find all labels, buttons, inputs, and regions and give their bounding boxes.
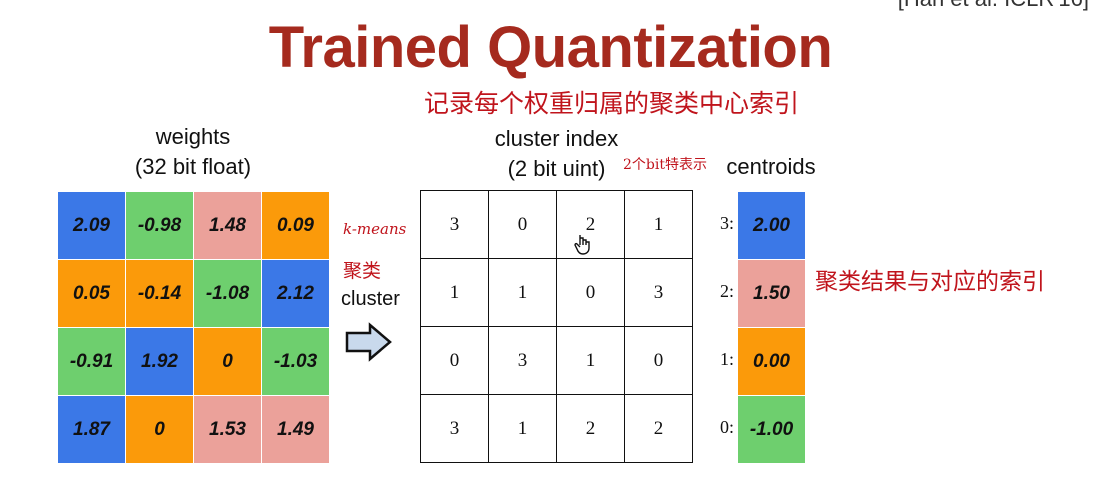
centroid-row: 0.00: [737, 327, 806, 396]
weight-cell: 2.12: [261, 259, 330, 328]
cluster-index-cell: 1: [488, 258, 557, 327]
weight-cell: 0: [125, 395, 194, 464]
cluster-index-side-annotation: 2个bit特表示: [623, 157, 707, 173]
right-arrow-icon: [345, 322, 392, 362]
cluster-index-row: 0310: [420, 326, 693, 395]
cluster-index-cell: 0: [420, 326, 489, 395]
weight-cell: 1.92: [125, 327, 194, 396]
centroid-value-cell: 0.00: [737, 327, 806, 396]
weight-cell: -0.98: [125, 191, 194, 260]
centroids-label: centroids: [726, 154, 816, 179]
centroid-index-label: 1:: [719, 349, 734, 369]
centroid-row: -1.00: [737, 395, 806, 464]
weights-matrix: 2.09 -0.98 1.48 0.09 0.05 -0.14 -1.08 2.12 -0.91…: [57, 191, 330, 464]
centroids-column: 2.00 1.50 0.00 -1.00: [737, 191, 806, 464]
centroid-row: 2.00: [737, 191, 806, 260]
cluster-index-cell: 0: [488, 190, 557, 259]
weight-cell: -1.03: [261, 327, 330, 396]
slide-title: Trained Quantization: [268, 15, 833, 80]
weight-cell: 1.49: [261, 395, 330, 464]
weight-cell: 0.09: [261, 191, 330, 260]
weight-cell: 1.48: [193, 191, 262, 260]
weight-cell: -1.08: [193, 259, 262, 328]
cluster-index-cell: 3: [624, 258, 693, 327]
weight-cell: 0.05: [57, 259, 126, 328]
weights-label-line2: (32 bit float): [134, 154, 252, 179]
weights-row: 0.05 -0.14 -1.08 2.12: [57, 259, 330, 328]
centroid-value-cell: -1.00: [737, 395, 806, 464]
cluster-index-cell: 1: [624, 190, 693, 259]
weights-row: 1.87 0 1.53 1.49: [57, 395, 330, 464]
weight-cell: 1.87: [57, 395, 126, 464]
cluster-index-matrix: 3021110303103122: [420, 190, 693, 463]
clustering-annotation: 聚类: [343, 260, 382, 282]
kmeans-annotation: k-means: [343, 220, 407, 238]
centroid-value-cell: 1.50: [737, 259, 806, 328]
cluster-index-cell: 3: [420, 394, 489, 463]
weight-cell: -0.14: [125, 259, 194, 328]
cluster-index-cell: 2: [556, 394, 625, 463]
citation: [Han et al. ICLR'16]: [898, 0, 1089, 12]
cluster-index-row: 3122: [420, 394, 693, 463]
centroid-value-cell: 2.00: [737, 191, 806, 260]
cluster-index-cell: 1: [556, 326, 625, 395]
cluster-index-cell: 1: [420, 258, 489, 327]
cluster-index-cell: 0: [556, 258, 625, 327]
weights-label-line1: weights: [155, 124, 231, 149]
cluster-index-row: 3021: [420, 190, 693, 259]
cluster-index-label-line2: (2 bit uint): [507, 156, 606, 181]
hand-cursor-icon: [574, 235, 590, 255]
weight-cell: 0: [193, 327, 262, 396]
centroid-index-label: 3:: [719, 213, 734, 233]
weight-cell: 2.09: [57, 191, 126, 260]
weight-cell: -0.91: [57, 327, 126, 396]
centroid-index-label: 2:: [719, 281, 734, 301]
cluster-index-cell: 1: [488, 394, 557, 463]
cluster-index-cell: 3: [420, 190, 489, 259]
cluster-label: cluster: [341, 288, 400, 310]
cluster-index-cell: 0: [624, 326, 693, 395]
cluster-index-cell: 2: [624, 394, 693, 463]
weights-row: 2.09 -0.98 1.48 0.09: [57, 191, 330, 260]
weights-row: -0.91 1.92 0 -1.03: [57, 327, 330, 396]
centroid-row: 1.50: [737, 259, 806, 328]
cluster-index-cell: 3: [488, 326, 557, 395]
weights-label: weights (32 bit float): [88, 122, 298, 182]
centroid-index-label: 0:: [719, 417, 734, 437]
cluster-index-row: 1103: [420, 258, 693, 327]
weight-cell: 1.53: [193, 395, 262, 464]
cluster-index-top-annotation: 记录每个权重归属的聚类中心索引: [424, 89, 800, 118]
cluster-index-label-line1: cluster index: [494, 126, 619, 151]
centroids-side-annotation: 聚类结果与对应的索引: [815, 269, 1045, 295]
